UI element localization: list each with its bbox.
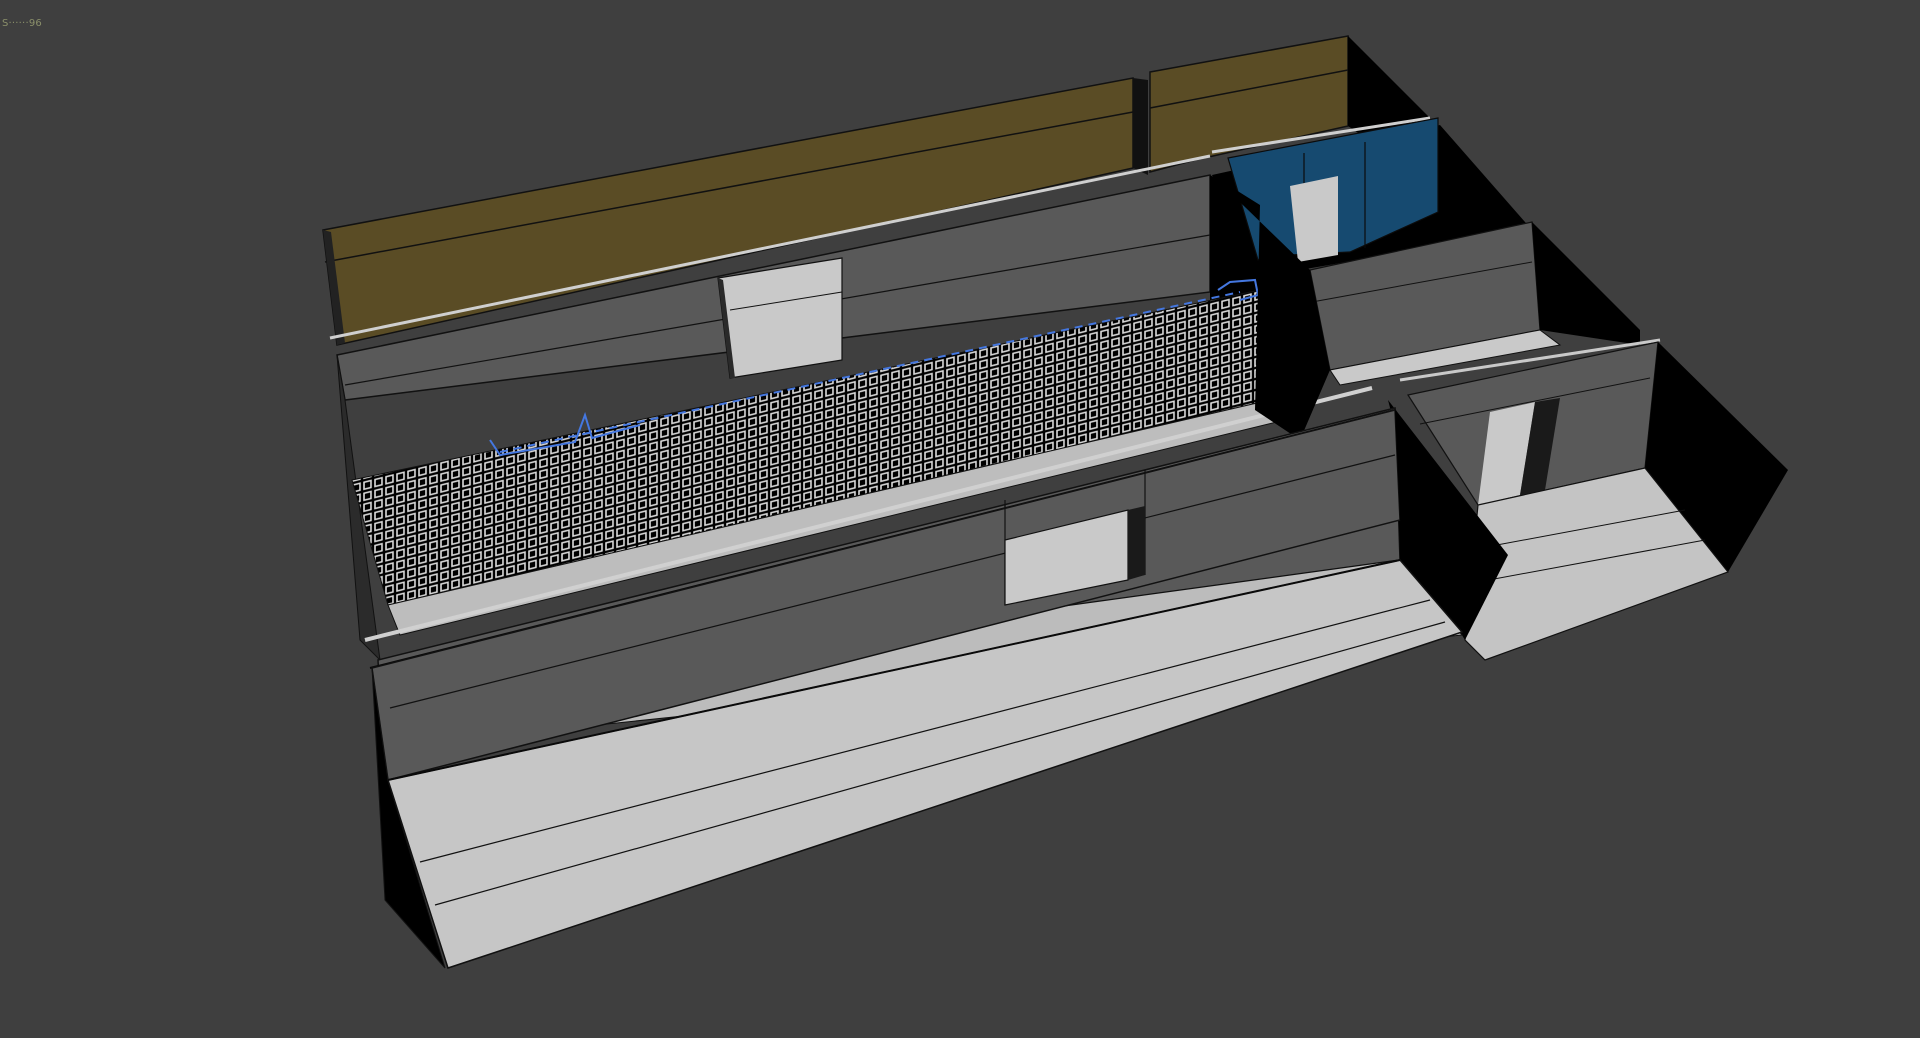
scene-render[interactable] [0,0,1920,1038]
viewport-perspective[interactable]: S······96 [0,0,1920,1038]
